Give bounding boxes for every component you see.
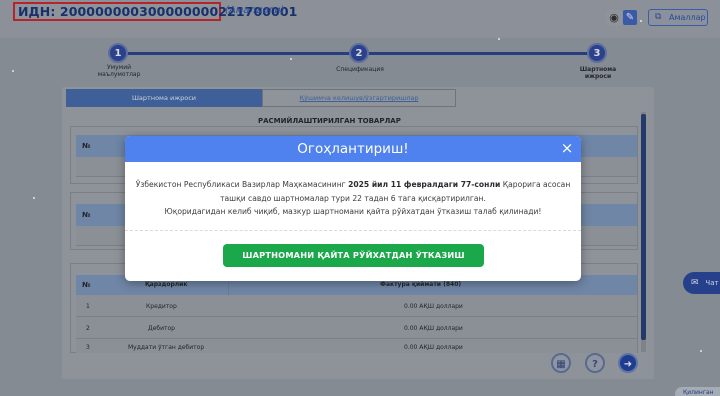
section-title: РАСМИЙЛАШТИРИЛГАН ТОВАРЛАР (258, 117, 401, 125)
secondary-floating-label: Қилинган (683, 389, 714, 396)
snow-dot (700, 350, 702, 352)
row-2-name: Дебитор (148, 325, 175, 332)
snow-dot (12, 70, 14, 72)
modal-message: Ўзбекистон Республикаси Вазирлар Маҳкама… (131, 178, 575, 219)
row-2-amount: 0.00 АҚШ доллари (404, 325, 463, 332)
chat-label: Чат (705, 279, 719, 287)
debt-table-col-num: № (82, 281, 91, 289)
modal-divider (125, 230, 581, 231)
modal-title: Огоҳлантириш! (297, 141, 409, 157)
stepper-line-2 (368, 52, 590, 55)
snow-dot (498, 38, 500, 40)
copy-icon: ⧉ (655, 12, 662, 22)
chat-icon: ✉ (691, 278, 699, 288)
status-label: (Амалдаги) (225, 5, 285, 16)
chat-button[interactable]: ✉ Чат (683, 272, 720, 294)
step-3-number: 3 (593, 48, 601, 59)
step-1-label: Умумий маълумотлар (93, 64, 145, 78)
modal-line1-part1: Ўзбекистон Республикаси Вазирлар Маҳкама… (135, 180, 349, 189)
step-3-label-line2: ижроси (584, 73, 612, 80)
row-1-num: 1 (86, 303, 90, 310)
step-1-label-line1: Умумий (106, 64, 132, 71)
row-1-name: Кредитор (146, 303, 177, 310)
debt-table-col-amount: Фактура қиймати (840) (380, 281, 462, 288)
modal-line1-part3: Қарорига асосан (500, 180, 571, 189)
reregister-contract-button[interactable]: ШАРТНОМАНИ ҚАЙТА РЎЙХАТДАН ЎТКАЗИШ (223, 244, 484, 267)
idn-box: ИДН: 200000000300000000221700001 (13, 2, 297, 21)
question-icon[interactable]: ? (585, 353, 605, 373)
warning-modal: Огоҳлантириш! × Ўзбекистон Республикаси … (125, 136, 581, 281)
step-3[interactable]: 3 (587, 43, 607, 63)
goods-table-col-num: № (82, 142, 91, 150)
qr-code-icon[interactable]: ▦ (551, 353, 571, 373)
snow-dot (33, 197, 35, 199)
tab-additional-agreements[interactable]: Қўшимча келишув/ўзгартиришлар (262, 89, 456, 107)
step-2-label: Спецификация (330, 66, 390, 73)
scrollbar-thumb[interactable] (641, 114, 646, 340)
modal-line1-decree: 2025 йил 11 февралдаги 77-сонли (348, 180, 501, 189)
step-2[interactable]: 2 (349, 43, 369, 63)
actions-button-label: Амаллар (669, 13, 706, 22)
pencil-icon[interactable]: ✎ (623, 10, 637, 25)
row-3-name: Муддати ўтган дебитор (128, 344, 205, 351)
actions-button[interactable]: ⧉ Амаллар (648, 9, 708, 26)
step-1-label-line2: маълумотлар (97, 71, 141, 78)
modal-message-line1: Ўзбекистон Республикаси Вазирлар Маҳкама… (131, 178, 575, 192)
secondary-floating-button[interactable]: Қилинган (675, 387, 720, 396)
close-icon[interactable]: × (559, 136, 575, 162)
step-2-label-line1: Спецификация (336, 66, 384, 73)
step-1[interactable]: 1 (108, 43, 128, 63)
modal-message-line3: Юқоридагидан келиб чиқиб, мазкур шартном… (164, 207, 542, 216)
row-3-amount: 0.00 АҚШ доллари (404, 344, 463, 351)
step-3-label: Шартнома ижроси (575, 66, 621, 80)
row-2-num: 2 (86, 325, 90, 332)
arrow-left-icon[interactable]: ➜ (618, 353, 638, 373)
stepper-line-1 (127, 52, 351, 55)
step-2-number: 2 (355, 48, 363, 59)
row-1-amount: 0.00 АҚШ доллари (404, 303, 463, 310)
tab-contract-execution[interactable]: Шартнома ижроси (66, 89, 262, 107)
step-3-label-line1: Шартнома (579, 66, 617, 73)
step-1-number: 1 (114, 48, 122, 59)
second-table-col-num: № (82, 211, 91, 219)
debt-table-col-name: Қарздорлик (145, 281, 188, 288)
modal-message-line2: ташқи савдо шартномалар тури 22 тадан 6 … (220, 193, 486, 203)
snow-dot (290, 58, 292, 60)
row-3-num: 3 (86, 344, 90, 351)
snow-dot (640, 20, 642, 22)
eye-icon[interactable]: ◉ (606, 10, 622, 26)
